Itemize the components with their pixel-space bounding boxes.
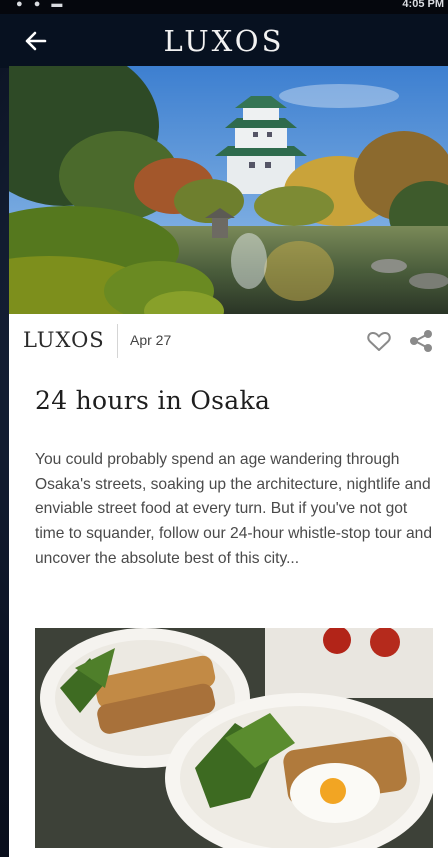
heart-outline-icon[interactable] [365,327,393,355]
article-excerpt: You could probably spend an age wanderin… [35,451,432,567]
status-icons: ● ● ▬ [16,0,67,10]
brand-title: LUXOS [163,24,285,58]
share-icon[interactable] [407,327,435,355]
status-time: 4:05 PM [402,0,444,10]
article-meta-row: LUXOS Apr 27 [9,314,448,376]
app-bar: LUXOS [0,14,448,68]
meta-divider [117,324,118,358]
body-image [35,628,433,848]
hero-image [9,66,448,314]
article-card[interactable]: LUXOS Apr 27 24 hours in Osaka You could… [9,66,448,857]
status-bar: ● ● ▬ 4:05 PM [0,0,448,14]
publisher-name: LUXOS [23,328,105,352]
article-title[interactable]: 24 hours in Osaka [35,386,270,415]
article-date: Apr 27 [130,332,172,348]
